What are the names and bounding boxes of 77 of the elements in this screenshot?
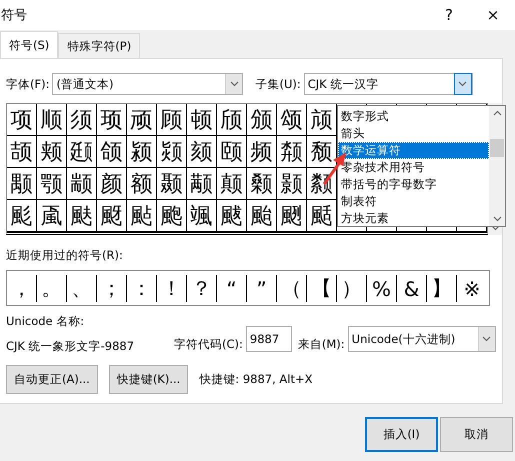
symbol-cell[interactable]: 颞: [157, 168, 187, 200]
tab[interactable]: 符号(S): [0, 31, 58, 59]
symbol-cell[interactable]: 颂: [277, 104, 307, 136]
scroll-thumb[interactable]: [490, 138, 504, 157]
symbol-cell[interactable]: 颳: [307, 200, 337, 232]
symbol-cell[interactable]: 颉: [7, 136, 37, 168]
symbol-cell[interactable]: 颃: [307, 104, 337, 136]
symbol-cell[interactable]: 颰: [217, 200, 247, 232]
symbol-cell[interactable]: 颬: [97, 200, 127, 232]
symbol-cell[interactable]: 颚: [37, 168, 67, 200]
symbol-cell[interactable]: 颩: [7, 200, 37, 232]
symbol-cell[interactable]: 颪: [37, 200, 67, 232]
symbol-cell[interactable]: 顼: [97, 104, 127, 136]
unicode-name: CJK 统一象形文字-9887: [6, 339, 136, 354]
symbol-cell[interactable]: 颌: [97, 136, 127, 168]
symbol-cell[interactable]: 颎: [157, 136, 187, 168]
tab[interactable]: 特殊字符(P): [58, 33, 140, 58]
list-item[interactable]: 方块元素: [338, 210, 489, 227]
symbol-cell[interactable]: 颮: [157, 200, 187, 232]
symbol-cell[interactable]: 颒: [277, 136, 307, 168]
symbol-cell[interactable]: 颲: [277, 200, 307, 232]
insert-button[interactable]: 插入(I): [365, 417, 438, 452]
symbol-cell[interactable]: 颊: [37, 136, 67, 168]
symbol-cell[interactable]: 频: [247, 136, 277, 168]
help-button[interactable]: ?: [427, 6, 471, 24]
symbol-cell[interactable]: 颡: [247, 168, 277, 200]
symbol-cell[interactable]: 颐: [217, 136, 247, 168]
caret-icon: [230, 81, 239, 87]
symbol-cell[interactable]: 颓: [307, 136, 337, 168]
symbol-cell[interactable]: 颫: [67, 200, 97, 232]
symbol-cell[interactable]: 项: [7, 104, 37, 136]
symbol-cell[interactable]: 顺: [37, 104, 67, 136]
subset-label: 子集(U):: [255, 76, 301, 92]
font-label: 字体(F):: [6, 76, 50, 92]
from-label: 来自(M):: [298, 337, 345, 352]
symbol-cell[interactable]: 颙: [7, 168, 37, 200]
symbol-cell[interactable]: 颟: [187, 168, 217, 200]
symbol-cell[interactable]: 颛: [67, 168, 97, 200]
window-title: 符号: [1, 7, 28, 24]
list-item[interactable]: 带括号的字母数字: [338, 176, 489, 193]
dialog-button[interactable]: 自动更正(A)...: [6, 365, 98, 394]
unicode-name-label: Unicode 名称:: [6, 314, 86, 329]
symbol-cell[interactable]: 颯: [187, 200, 217, 232]
cancel-button[interactable]: 取消: [440, 417, 513, 452]
symbol-cell[interactable]: 颭: [127, 200, 157, 232]
shortcut-text: 快捷键: 9887, Alt+X: [199, 372, 312, 387]
symbol-cell[interactable]: 颏: [187, 136, 217, 168]
caret-icon: [482, 336, 492, 342]
close-button[interactable]: ×: [471, 6, 515, 24]
symbol-cell[interactable]: 颱: [247, 200, 277, 232]
symbol-cell[interactable]: 颠: [217, 168, 247, 200]
scroll-down-icon[interactable]: [490, 225, 500, 231]
symbol-cell[interactable]: 顾: [157, 104, 187, 136]
list-item[interactable]: 箭头: [338, 125, 489, 142]
symbol-cell[interactable]: 顿: [187, 104, 217, 136]
caret-icon: [458, 81, 468, 87]
recent-symbol[interactable]: ※: [457, 275, 487, 302]
symbol-cell[interactable]: 顽: [127, 104, 157, 136]
char-code-field[interactable]: 9887: [246, 326, 292, 352]
subset-dropdown[interactable]: CJK 统一汉字: [304, 73, 473, 95]
symbol-cell[interactable]: 额: [127, 168, 157, 200]
font-dropdown[interactable]: (普通文本): [52, 73, 244, 95]
char-code-label: 字符代码(C):: [174, 337, 243, 352]
recent-symbols-label: 近期使用过的符号(R):: [6, 248, 124, 264]
list-item[interactable]: 制表符: [338, 193, 489, 210]
symbol-cell[interactable]: 颋: [67, 136, 97, 168]
scroll-up-icon[interactable]: [492, 110, 502, 116]
symbol-cell[interactable]: 颁: [247, 104, 277, 136]
symbol-cell[interactable]: 颜: [97, 168, 127, 200]
list-item[interactable]: 数字形式: [338, 108, 489, 125]
symbol-cell[interactable]: 须: [67, 104, 97, 136]
symbol-cell[interactable]: 颀: [217, 104, 247, 136]
caret-icon: [492, 216, 502, 222]
symbol-cell[interactable]: 颍: [127, 136, 157, 168]
from-dropdown[interactable]: Unicode(十六进制): [348, 326, 496, 352]
dialog-button[interactable]: 快捷键(K)...: [108, 365, 188, 394]
symbol-cell[interactable]: 颢: [277, 168, 307, 200]
